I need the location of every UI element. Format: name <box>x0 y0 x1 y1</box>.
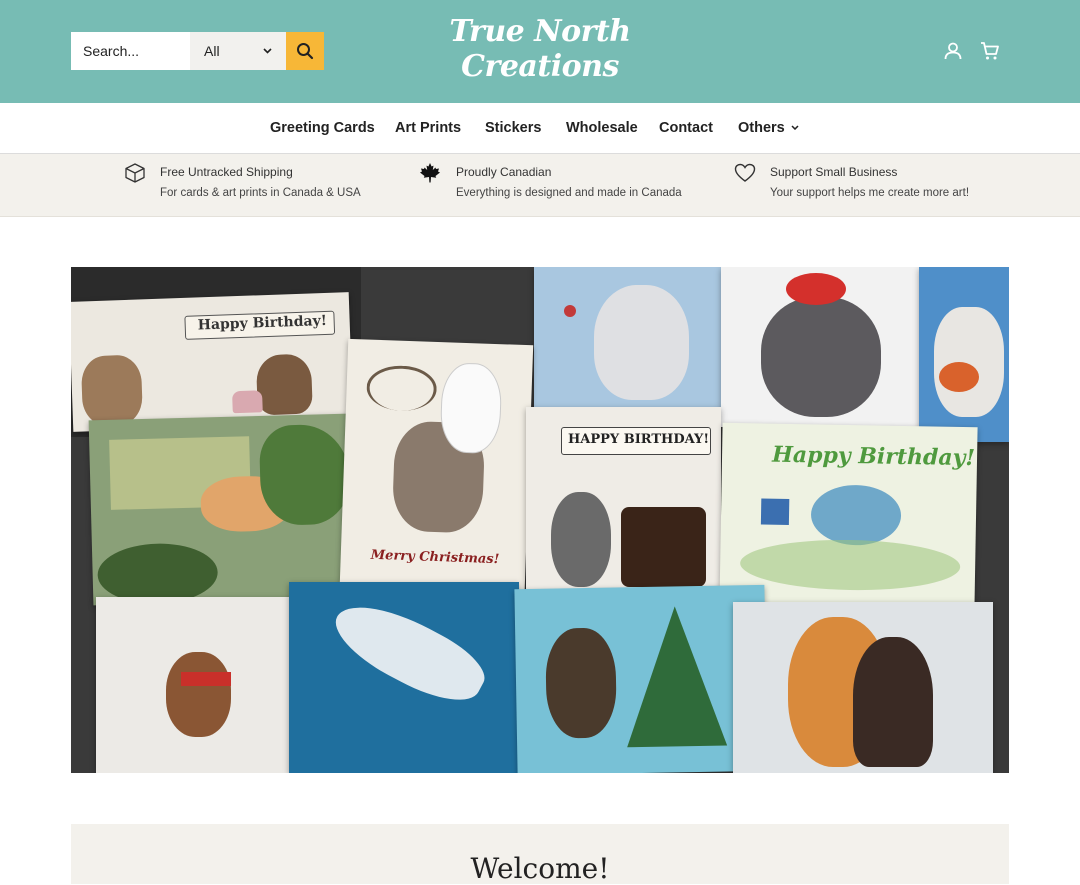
card-tiger-girl <box>733 602 993 773</box>
search-button[interactable] <box>286 32 324 70</box>
rose-shape <box>564 305 576 317</box>
chevron-down-icon <box>263 48 272 54</box>
feature-subtitle: Your support helps me create more art! <box>770 187 970 199</box>
mouse-shape <box>80 354 144 427</box>
fox-body-shape <box>934 307 1004 417</box>
girl-shape <box>853 637 933 767</box>
whale-shape <box>324 587 494 717</box>
search-icon <box>297 43 314 60</box>
search-category-select[interactable]: All <box>190 32 286 70</box>
nav-others-label: Others <box>738 120 785 136</box>
feature-title: Support Small Business <box>770 165 898 179</box>
hero-image[interactable]: Happy Birthday! Merry Christmas! HAPPY B… <box>71 267 1009 773</box>
nav-contact[interactable]: Contact <box>659 120 713 136</box>
plant-shape <box>258 423 352 526</box>
card-fox <box>919 267 1009 442</box>
nav-wholesale[interactable]: Wholesale <box>566 120 638 136</box>
card-hippo-bow <box>721 267 921 427</box>
search-input[interactable] <box>71 32 190 70</box>
welcome-title: Welcome! <box>470 852 610 885</box>
box-icon <box>125 163 145 183</box>
scarf-shape <box>181 672 231 686</box>
tree-shape <box>624 605 728 748</box>
hippo-shape <box>594 285 689 400</box>
logo-line-2: Creations <box>461 49 619 84</box>
card-text: Happy Birthday! <box>771 441 976 472</box>
card-chameleon-birthday: Happy Birthday! <box>719 422 978 613</box>
card-bear-tree <box>514 584 768 773</box>
nav-stickers[interactable]: Stickers <box>485 120 541 136</box>
features-strip: Free Untracked Shipping For cards & art … <box>0 154 1080 217</box>
feature-canadian: Proudly Canadian Everything is designed … <box>419 154 689 217</box>
card-raccoon-birthday: HAPPY BIRTHDAY! <box>526 407 721 592</box>
card-text: Merry Christmas! <box>370 547 500 568</box>
bear-shape <box>545 627 617 739</box>
bow-shape <box>786 273 846 305</box>
site-header: All True North Creations <box>0 0 1080 103</box>
card-hippo-rose <box>534 267 724 417</box>
cake-shape <box>621 507 706 587</box>
account-icon[interactable] <box>943 41 963 61</box>
heart-icon <box>734 163 756 182</box>
feature-subtitle: For cards & art prints in Canada & USA <box>160 187 361 199</box>
nav-greeting-cards[interactable]: Greeting Cards <box>270 120 375 136</box>
card-beaver-ski <box>96 597 296 773</box>
nav-others[interactable]: Others <box>738 120 799 136</box>
feature-subtitle: Everything is designed and made in Canad… <box>456 187 682 199</box>
logo-line-1: True North <box>449 14 631 49</box>
card-text: HAPPY BIRTHDAY! <box>568 432 710 447</box>
feature-small-business: Support Small Business Your support help… <box>734 154 974 217</box>
feature-title: Free Untracked Shipping <box>160 165 293 179</box>
search-bar: All <box>71 32 324 70</box>
maple-leaf-icon <box>420 163 440 183</box>
hippo-shape <box>761 297 881 417</box>
fox-tail-shape <box>939 362 979 392</box>
gift-shape <box>760 498 790 525</box>
site-logo[interactable]: True North Creations <box>440 14 640 84</box>
feature-title: Proudly Canadian <box>456 165 552 179</box>
chevron-down-icon <box>791 125 799 130</box>
plant-shape <box>96 542 219 606</box>
feature-shipping: Free Untracked Shipping For cards & art … <box>124 154 384 217</box>
raccoon-shape <box>551 492 611 587</box>
search-category-value: All <box>204 43 220 59</box>
welcome-section: Welcome! <box>71 824 1009 885</box>
beaver-shape <box>166 652 231 737</box>
nav-art-prints[interactable]: Art Prints <box>395 120 461 136</box>
card-otter-birthday: Happy Birthday! <box>71 292 354 432</box>
card-whale <box>289 582 519 773</box>
leaves-shape <box>739 538 961 592</box>
otter-shape <box>255 353 313 416</box>
cupcake-shape <box>232 390 263 414</box>
bear-shape <box>439 362 503 455</box>
main-nav: Greeting Cards Art Prints Stickers Whole… <box>0 103 1080 154</box>
cart-icon[interactable] <box>980 41 1000 61</box>
card-moose-christmas: Merry Christmas! <box>339 338 534 591</box>
antler-shape <box>365 364 438 412</box>
card-cat-plants <box>88 413 354 606</box>
chameleon-shape <box>810 484 902 546</box>
